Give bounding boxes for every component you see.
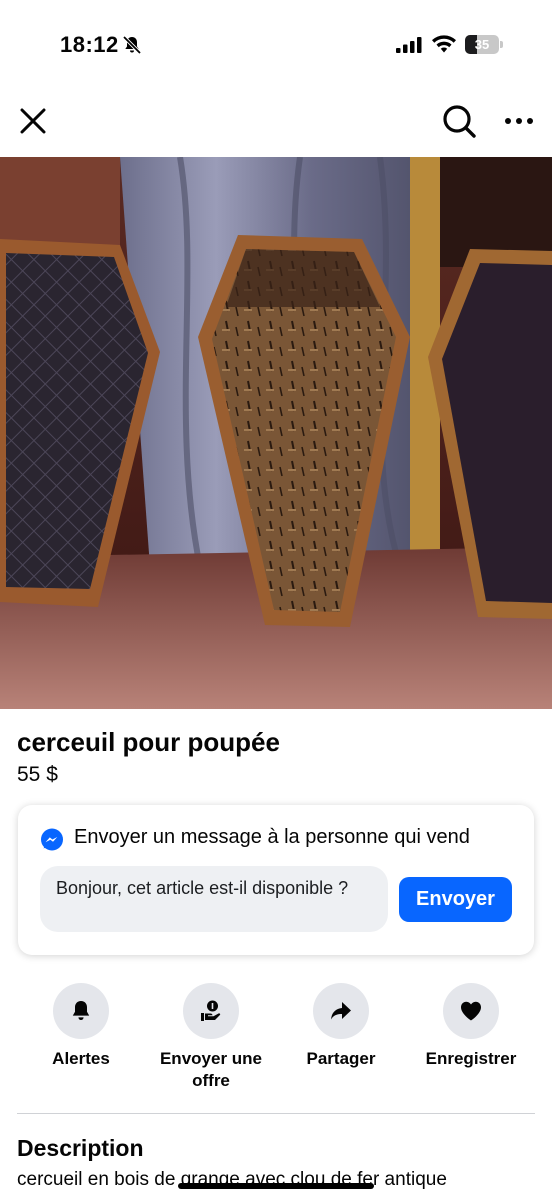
description-heading: Description (17, 1135, 144, 1161)
share-label: Partager (306, 1049, 376, 1068)
search-icon[interactable] (440, 102, 478, 140)
battery-level: 35 (474, 37, 490, 52)
battery-indicator: 35 (465, 35, 503, 54)
section-divider (17, 1113, 535, 1114)
make-offer-circle[interactable] (183, 983, 239, 1039)
home-indicator[interactable] (178, 1183, 374, 1189)
share-circle[interactable] (313, 983, 369, 1039)
message-input[interactable]: Bonjour, cet article est-il disponible ? (40, 866, 388, 932)
make-offer-button[interactable]: Envoyer une offre (146, 983, 276, 1092)
message-card-heading: Envoyer un message à la personne qui ven… (74, 826, 470, 848)
listing-photo[interactable] (0, 157, 552, 709)
make-offer-label: Envoyer une offre (159, 1049, 263, 1090)
offer-icon (201, 1000, 221, 1021)
close-icon[interactable] (18, 106, 48, 136)
save-circle[interactable] (443, 983, 499, 1039)
alerts-label: Alertes (52, 1049, 110, 1068)
share-button[interactable]: Partager (276, 983, 406, 1070)
listing-title: cerceuil pour poupée (17, 727, 280, 757)
coffins-photo-image (0, 157, 552, 709)
status-time: 18:12 (60, 32, 119, 57)
bell-muted-icon (122, 35, 142, 55)
send-button[interactable]: Envoyer (399, 877, 512, 922)
listing-price: 55 $ (17, 763, 58, 786)
heart-icon (461, 1001, 481, 1021)
share-icon (331, 1002, 351, 1020)
alerts-circle[interactable] (53, 983, 109, 1039)
message-seller-card: Envoyer un message à la personne qui ven… (18, 805, 534, 955)
alerts-button[interactable]: Alertes (16, 983, 146, 1070)
bell-icon (72, 1001, 90, 1020)
wifi-icon (432, 35, 456, 53)
cellular-signal-icon (396, 37, 422, 53)
save-label: Enregistrer (425, 1049, 517, 1068)
more-icon[interactable] (503, 108, 535, 134)
status-bar: 18:12 35 (0, 0, 552, 90)
messenger-icon (41, 828, 63, 851)
save-button[interactable]: Enregistrer (406, 983, 536, 1070)
